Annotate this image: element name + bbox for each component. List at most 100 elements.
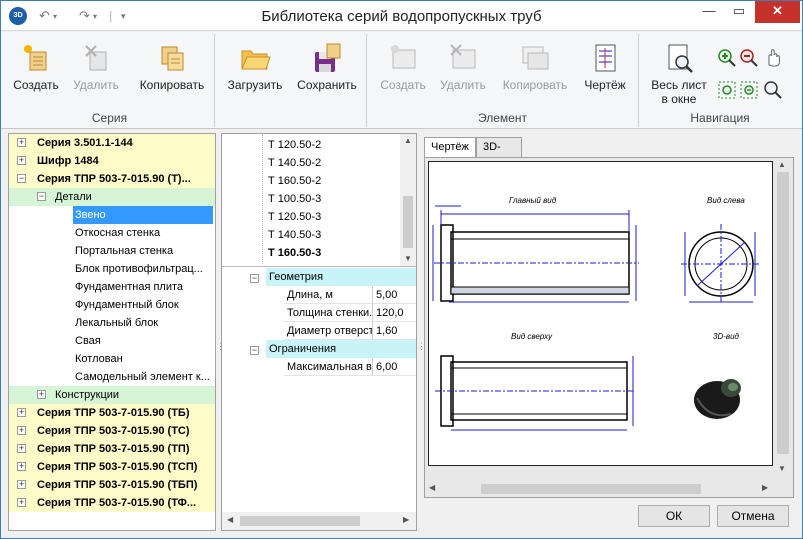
minimize-button[interactable]: — bbox=[695, 1, 723, 23]
load-button[interactable]: Загрузить bbox=[225, 42, 285, 92]
load-label: Загрузить bbox=[227, 78, 283, 92]
tree-series-item[interactable]: + Серия ТПР 503-7-015.90 (ТБП) bbox=[9, 476, 215, 494]
tree-leaf-item[interactable]: Откосная стенка bbox=[9, 224, 215, 242]
scroll-down-icon[interactable]: ▼ bbox=[778, 464, 786, 473]
tree-series-item[interactable]: + Серия ТПР 503-7-015.90 (ТС) bbox=[9, 422, 215, 440]
expand-icon[interactable]: + bbox=[17, 408, 26, 417]
tree-series-item[interactable]: + Серия ТПР 503-7-015.90 (ТСП) bbox=[9, 458, 215, 476]
ok-button[interactable]: ОК bbox=[638, 505, 710, 527]
tab-3d-view[interactable]: 3D-вид bbox=[476, 137, 522, 171]
tree-leaf-item[interactable]: Фундаментная плита bbox=[9, 278, 215, 296]
tree-series-item[interactable]: − Серия ТПР 503-7-015.90 (Т)... bbox=[9, 170, 215, 188]
element-list-item[interactable]: Т 160.50-3 bbox=[268, 244, 321, 262]
tree-leaf-item[interactable]: Звено bbox=[9, 206, 215, 224]
scroll-thumb[interactable] bbox=[777, 172, 789, 454]
window-title: Библиотека серий водопропускных труб bbox=[261, 8, 542, 25]
expand-icon[interactable]: + bbox=[17, 426, 26, 435]
drawing-viewport[interactable]: Главный вид Вид слева Вид сверху 3D-вид bbox=[424, 157, 794, 498]
element-list-item[interactable]: Т 160.50-2 bbox=[268, 172, 321, 190]
property-value[interactable]: 120,0 bbox=[372, 304, 416, 322]
expand-icon[interactable]: + bbox=[37, 390, 46, 399]
property-category[interactable]: Ограничения bbox=[266, 340, 416, 358]
drawing-canvas bbox=[432, 205, 761, 431]
create-element-button[interactable]: Создать bbox=[377, 42, 429, 92]
series-tree[interactable]: + Серия 3.501.1-144 + Шифр 1484 − Серия … bbox=[8, 133, 216, 531]
horizontal-scrollbar[interactable]: ◀ ▶ bbox=[222, 512, 416, 530]
element-list-item[interactable]: Т 120.50-2 bbox=[268, 136, 321, 154]
fit-sheet-button[interactable]: Весь лист в окне bbox=[647, 42, 711, 106]
divider bbox=[222, 266, 416, 267]
maximize-button[interactable]: ▭ bbox=[725, 1, 753, 23]
tree-leaf-item[interactable]: Портальная стенка bbox=[9, 242, 215, 260]
collapse-icon[interactable]: − bbox=[250, 346, 259, 355]
save-icon bbox=[315, 43, 341, 72]
zoom-in-icon[interactable] bbox=[717, 48, 737, 68]
create-series-button[interactable]: Создать bbox=[11, 42, 61, 92]
element-list-item[interactable]: Т 120.50-3 bbox=[268, 208, 321, 226]
property-value[interactable]: 5,00 bbox=[372, 286, 416, 304]
tree-series-item[interactable]: + Серия ТПР 503-7-015.90 (ТФ... bbox=[9, 494, 215, 512]
delete-element-button[interactable]: Удалить bbox=[437, 42, 489, 92]
tree-leaf-item[interactable]: Котлован bbox=[9, 350, 215, 368]
zoom-out-icon[interactable] bbox=[739, 48, 759, 68]
scroll-left-icon[interactable]: ◀ bbox=[429, 483, 435, 492]
copy-series-button[interactable]: Копировать bbox=[137, 42, 207, 92]
tree-leaf-item[interactable]: Лекальный блок bbox=[9, 314, 215, 332]
expand-icon[interactable]: + bbox=[17, 462, 26, 471]
tree-leaf-item[interactable]: Фундаментный блок bbox=[9, 296, 215, 314]
drawing-horizontal-scrollbar[interactable]: ◀ ▶ bbox=[425, 480, 774, 497]
tree-group-item[interactable]: − Детали bbox=[9, 188, 215, 206]
elements-list[interactable]: Т 120.50-2 Т 140.50-2 Т 160.50-2 Т 100.5… bbox=[222, 134, 400, 266]
scroll-up-icon[interactable]: ▲ bbox=[778, 160, 786, 169]
scroll-right-icon[interactable]: ▶ bbox=[403, 515, 409, 524]
scroll-up-icon[interactable]: ▲ bbox=[404, 136, 412, 145]
collapse-icon[interactable]: − bbox=[17, 174, 26, 183]
copy-element-button[interactable]: Копировать bbox=[499, 42, 571, 92]
expand-icon[interactable]: + bbox=[17, 138, 26, 147]
expand-icon[interactable]: + bbox=[17, 156, 26, 165]
collapse-icon[interactable]: − bbox=[250, 274, 259, 283]
pan-icon[interactable] bbox=[763, 48, 783, 68]
scroll-left-icon[interactable]: ◀ bbox=[227, 515, 233, 524]
property-value[interactable]: 1,60 bbox=[372, 322, 416, 340]
tree-leaf-item[interactable]: Самодельный элемент к... bbox=[9, 368, 215, 386]
drawing-button[interactable]: Чертёж bbox=[579, 42, 631, 92]
property-category[interactable]: Геометрия bbox=[266, 268, 416, 286]
scroll-thumb[interactable] bbox=[403, 196, 413, 248]
tab-drawing[interactable]: Чертёж bbox=[424, 137, 476, 158]
zoom-window-icon[interactable] bbox=[739, 80, 759, 100]
tree-group-item[interactable]: + Конструкции bbox=[9, 386, 215, 404]
element-list-item[interactable]: Т 140.50-3 bbox=[268, 226, 321, 244]
tree-item-label: Серия ТПР 503-7-015.90 (ТФ... bbox=[37, 497, 197, 509]
tree-series-item[interactable]: + Шифр 1484 bbox=[9, 152, 215, 170]
element-list-item[interactable]: Т 100.50-3 bbox=[268, 190, 321, 208]
splitter-handle[interactable]: ⋮ bbox=[417, 341, 426, 352]
tree-series-item[interactable]: + Серия 3.501.1-144 bbox=[9, 134, 215, 152]
delete-series-button[interactable]: Удалить bbox=[71, 42, 121, 92]
tree-leaf-item[interactable]: Свая bbox=[9, 332, 215, 350]
expand-icon[interactable]: + bbox=[17, 444, 26, 453]
tree-series-item[interactable]: + Серия ТПР 503-7-015.90 (ТП) bbox=[9, 440, 215, 458]
tree-series-item[interactable]: + Серия ТПР 503-7-015.90 (ТБ) bbox=[9, 404, 215, 422]
collapse-icon[interactable]: − bbox=[37, 192, 46, 201]
scroll-thumb[interactable] bbox=[481, 484, 701, 494]
close-button[interactable]: ✕ bbox=[755, 1, 800, 23]
cancel-button[interactable]: Отмена bbox=[717, 505, 789, 527]
drawing-vertical-scrollbar[interactable]: ▲ ▼ bbox=[774, 158, 792, 480]
scroll-down-icon[interactable]: ▼ bbox=[404, 254, 412, 263]
new-series-icon bbox=[24, 45, 47, 71]
scroll-right-icon[interactable]: ▶ bbox=[762, 483, 768, 492]
tree-item-label: Серия ТПР 503-7-015.90 (ТС) bbox=[37, 425, 190, 437]
property-value[interactable]: 6,00 bbox=[372, 358, 416, 376]
tree-item-label: Серия ТПР 503-7-015.90 (Т)... bbox=[37, 173, 191, 185]
save-button[interactable]: Сохранить bbox=[295, 42, 359, 92]
tree-leaf-item[interactable]: Блок противофильтрац... bbox=[9, 260, 215, 278]
left-view-circle bbox=[681, 224, 761, 304]
zoom-previous-icon[interactable] bbox=[763, 80, 783, 100]
zoom-extents-icon[interactable] bbox=[717, 80, 737, 100]
elements-scrollbar[interactable]: ▲ ▼ bbox=[400, 134, 416, 266]
element-list-item[interactable]: Т 140.50-2 bbox=[268, 154, 321, 172]
expand-icon[interactable]: + bbox=[17, 480, 26, 489]
expand-icon[interactable]: + bbox=[17, 498, 26, 507]
scroll-thumb[interactable] bbox=[240, 516, 360, 526]
